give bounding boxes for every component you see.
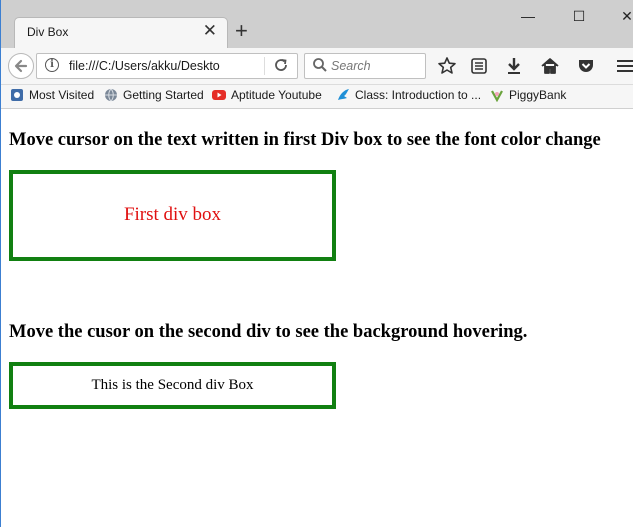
navigation-toolbar: i file:///C:/Users/akku/Deskto Search [0,48,633,85]
reading-list-icon[interactable] [468,55,490,77]
home-icon[interactable] [539,55,561,77]
bookmark-most-visited[interactable]: Most Visited [10,88,94,106]
menu-icon[interactable] [614,55,633,77]
info-icon[interactable]: i [45,58,59,72]
window-border [0,0,1,527]
second-div-box[interactable]: This is the Second div Box [9,362,336,409]
bookmark-getting-started[interactable]: Getting Started [104,88,204,106]
bookmark-label: Most Visited [29,88,95,102]
browser-tab[interactable]: Div Box ✕ [14,17,228,48]
title-bar: Div Box ✕ + — ☐ ✕ [0,0,633,48]
bookmark-label: Getting Started [123,88,204,102]
star-icon[interactable] [436,55,458,77]
bookmark-label: PiggyBank [509,88,567,102]
minimize-button[interactable]: — [506,4,550,28]
page-heading-1: Move cursor on the text written in first… [9,130,601,150]
back-arrow-icon [14,59,28,73]
piggybank-icon [491,90,503,102]
back-button[interactable] [8,53,34,79]
most-visited-icon [11,89,23,101]
second-div-text: This is the Second div Box [91,377,254,393]
page-heading-2: Move the cusor on the second div to see … [9,322,528,342]
first-div-text[interactable]: First div box [13,204,332,226]
new-tab-button[interactable]: + [235,19,248,43]
bookmark-class-introduction[interactable]: Class: Introduction to ... [336,88,481,106]
maximize-button[interactable]: ☐ [557,4,601,28]
youtube-icon [212,90,226,100]
search-icon [313,58,327,72]
bookmarks-toolbar: Most Visited Getting Started Aptitude Yo… [0,85,633,109]
close-window-button[interactable]: ✕ [605,4,633,28]
reload-icon[interactable] [272,56,290,74]
page-content: Move cursor on the text written in first… [0,109,633,527]
bookmark-piggybank[interactable]: PiggyBank [490,88,566,106]
bookmark-label: Aptitude Youtube [231,88,322,102]
search-input[interactable]: Search [331,59,371,73]
tab-title: Div Box [27,25,69,39]
pocket-icon[interactable] [575,55,597,77]
globe-icon [105,88,117,102]
bookmark-aptitude-youtube[interactable]: Aptitude Youtube [212,88,322,106]
search-box[interactable]: Search [304,53,426,79]
first-div-box[interactable]: First div box [9,170,336,261]
url-separator [264,57,265,75]
download-icon[interactable] [503,55,525,77]
url-input[interactable]: file:///C:/Users/akku/Deskto [69,59,259,73]
address-bar[interactable]: i file:///C:/Users/akku/Deskto [36,53,298,79]
bookmark-label: Class: Introduction to ... [355,88,482,102]
tab-close-icon[interactable]: ✕ [203,21,217,41]
bird-icon [338,89,349,100]
